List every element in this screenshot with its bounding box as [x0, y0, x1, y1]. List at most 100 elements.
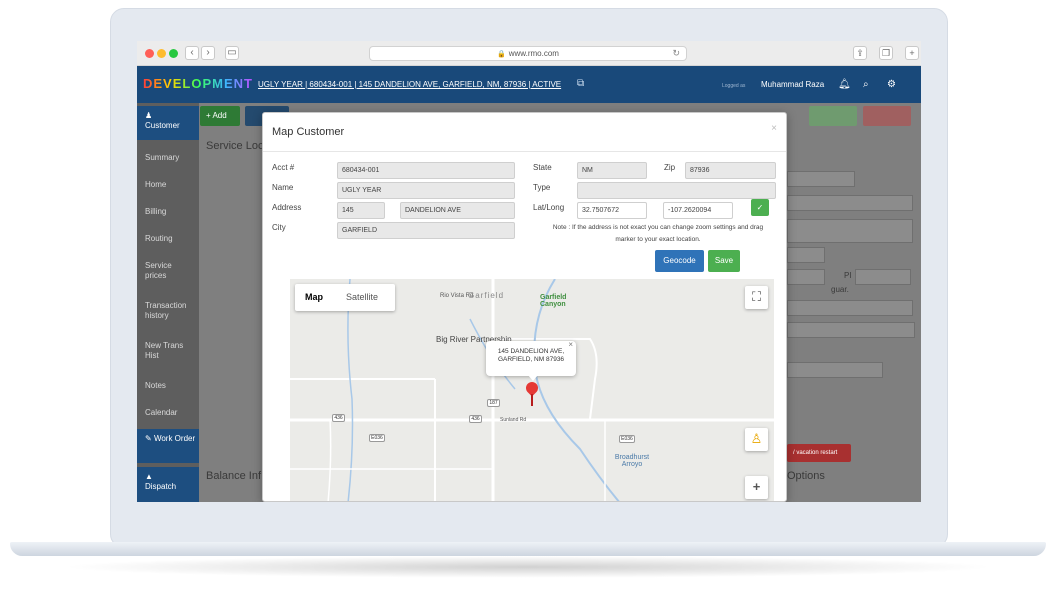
map-label-sunland: Sunland Rd [500, 417, 527, 423]
name-field[interactable]: UGLY YEAR [337, 182, 515, 199]
dropdown-field[interactable] [787, 300, 913, 316]
customer-info-link[interactable]: UGLY YEAR | 680434-001 | 145 DANDELION A… [258, 80, 561, 89]
geocode-button[interactable]: Geocode [655, 250, 704, 272]
dropdown-field[interactable] [787, 195, 913, 211]
map-label-garfield-canyon: Garfield Canyon [540, 294, 567, 308]
toolbar-green-button[interactable] [809, 106, 857, 126]
sidebar-item-customer[interactable]: ♟ Customer [137, 106, 199, 140]
search-icon[interactable]: ⌕ [863, 79, 869, 90]
app-header: DEVELOPMENT UGLY YEAR | 680434-001 | 145… [137, 66, 921, 103]
sidebar-item-new-trans-hist[interactable]: New Trans Hist [137, 341, 191, 361]
sidebar-item-routing[interactable]: Routing [137, 234, 199, 244]
app-logo[interactable]: DEVELOPMENT [143, 76, 253, 91]
sidebar-toggle-icon[interactable]: ▭ [225, 46, 239, 60]
add-button[interactable]: + Add [200, 106, 240, 126]
reload-icon[interactable]: ↻ [672, 47, 680, 60]
sidebar-item-billing[interactable]: Billing [137, 207, 199, 217]
service-location-title: Service Loc [206, 140, 264, 152]
sidebar-item-work-order[interactable]: ✎ Work Order [137, 429, 199, 463]
sidebar-item-label: Work Order [153, 434, 196, 443]
close-window-dot[interactable] [145, 49, 154, 58]
zip-field[interactable]: 87936 [685, 162, 776, 179]
back-button[interactable]: ‹ [185, 46, 199, 60]
state-field[interactable]: NM [577, 162, 647, 179]
street-number-field[interactable]: 145 [337, 202, 385, 219]
map-label-garfield: Garfield [468, 291, 505, 300]
maximize-window-dot[interactable] [169, 49, 178, 58]
info-address-line2: GARFIELD, NM 87936 [497, 356, 565, 363]
balance-info-title: Balance Inf [206, 470, 262, 482]
sidebar-item-home[interactable]: Home [137, 180, 199, 190]
text-field[interactable] [787, 362, 883, 378]
browser-toolbar: ‹ › ▭ 🔒 www.rmo.com ↻ ⇪ ❐ + [137, 41, 921, 66]
modal-divider [263, 151, 786, 152]
fullscreen-icon[interactable]: ⛶ [745, 286, 768, 309]
map-tab-map[interactable]: Map [305, 292, 323, 302]
text-field[interactable] [787, 247, 825, 263]
text-field[interactable] [787, 219, 913, 243]
acct-field[interactable]: 680434-001 [337, 162, 515, 179]
location-marker-stem [531, 394, 533, 406]
pegman-icon[interactable]: ♙ [745, 428, 768, 451]
screen: ‹ › ▭ 🔒 www.rmo.com ↻ ⇪ ❐ + DEVELOPMENT U… [137, 41, 921, 502]
options-title: Options [787, 470, 825, 482]
sidebar-item-summary[interactable]: Summary [137, 153, 199, 163]
state-label: State [533, 163, 552, 172]
check-icon: ✓ [756, 203, 764, 212]
modal-title: Map Customer [272, 126, 345, 138]
road-shield: E036 [619, 435, 635, 443]
acct-label: Acct # [272, 163, 295, 172]
bell-icon[interactable]: 🔔︎ [838, 79, 851, 90]
text-field[interactable] [855, 269, 911, 285]
map-view[interactable]: Map Satellite ⛶ ♙ + Rio Vista Rd Garfiel… [290, 279, 774, 501]
info-window-tail [528, 375, 538, 381]
dropdown-field[interactable] [787, 171, 855, 187]
latlong-label: Lat/Long [533, 203, 565, 212]
minimize-window-dot[interactable] [157, 49, 166, 58]
locate-button[interactable]: ✓ [751, 199, 769, 216]
map-label-broadhurst: Broadhurst Arroyo [614, 454, 650, 468]
toolbar-red-button[interactable] [863, 106, 911, 126]
new-tab-icon[interactable]: + [905, 46, 919, 60]
sidebar: ♟ Customer Summary Home Billing Routing … [137, 103, 199, 502]
city-label: City [272, 223, 286, 232]
share-icon[interactable]: ⇪ [853, 46, 867, 60]
sidebar-item-transaction-history[interactable]: Transaction history [137, 301, 197, 321]
user-label: Logged as [722, 83, 746, 89]
info-close-icon[interactable]: × [568, 341, 573, 349]
latitude-field[interactable]: 32.7507672 [577, 202, 647, 219]
type-field[interactable] [577, 182, 776, 199]
sidebar-item-service-prices[interactable]: Service prices [137, 261, 187, 281]
lock-icon: 🔒 [497, 51, 506, 58]
map-tab-satellite[interactable]: Satellite [346, 292, 378, 302]
truck-icon: ▲ [145, 472, 153, 481]
city-field[interactable]: GARFIELD [337, 222, 515, 239]
map-type-control: Map Satellite [295, 284, 395, 311]
guar-label: guar. [831, 285, 849, 294]
forward-button[interactable]: › [201, 46, 215, 60]
zoom-in-icon[interactable]: + [745, 476, 768, 499]
sidebar-item-notes[interactable]: Notes [137, 381, 199, 391]
street-name-field[interactable]: DANDELION AVE [400, 202, 515, 219]
copy-icon[interactable]: ⧉ [577, 78, 584, 89]
type-label: Type [533, 183, 551, 192]
text-field[interactable] [787, 322, 915, 338]
user-icon: ♟ [145, 111, 153, 120]
close-icon[interactable]: × [771, 123, 777, 134]
text-field[interactable] [787, 269, 825, 285]
road-shield: 436 [469, 415, 482, 423]
vacation-restart-button[interactable]: / vacation restart [787, 444, 851, 462]
sidebar-item-calendar[interactable]: Calendar [137, 408, 199, 418]
save-button[interactable]: Save [708, 250, 740, 272]
address-label: Address [272, 203, 302, 212]
name-label: Name [272, 183, 294, 192]
sidebar-item-label: Dispatch [145, 482, 177, 491]
sidebar-item-dispatch[interactable]: ▲ Dispatch [137, 467, 199, 502]
tabs-icon[interactable]: ❐ [879, 46, 893, 60]
road-shield: 187 [487, 399, 500, 407]
address-bar[interactable]: 🔒 www.rmo.com ↻ [369, 46, 687, 61]
longitude-field[interactable]: -107.2620094 [663, 202, 733, 219]
user-name[interactable]: Muhammad Raza [761, 80, 824, 89]
info-address-line1: 145 DANDELION AVE, [497, 348, 565, 355]
gear-icon[interactable]: ⚙ [887, 79, 896, 90]
